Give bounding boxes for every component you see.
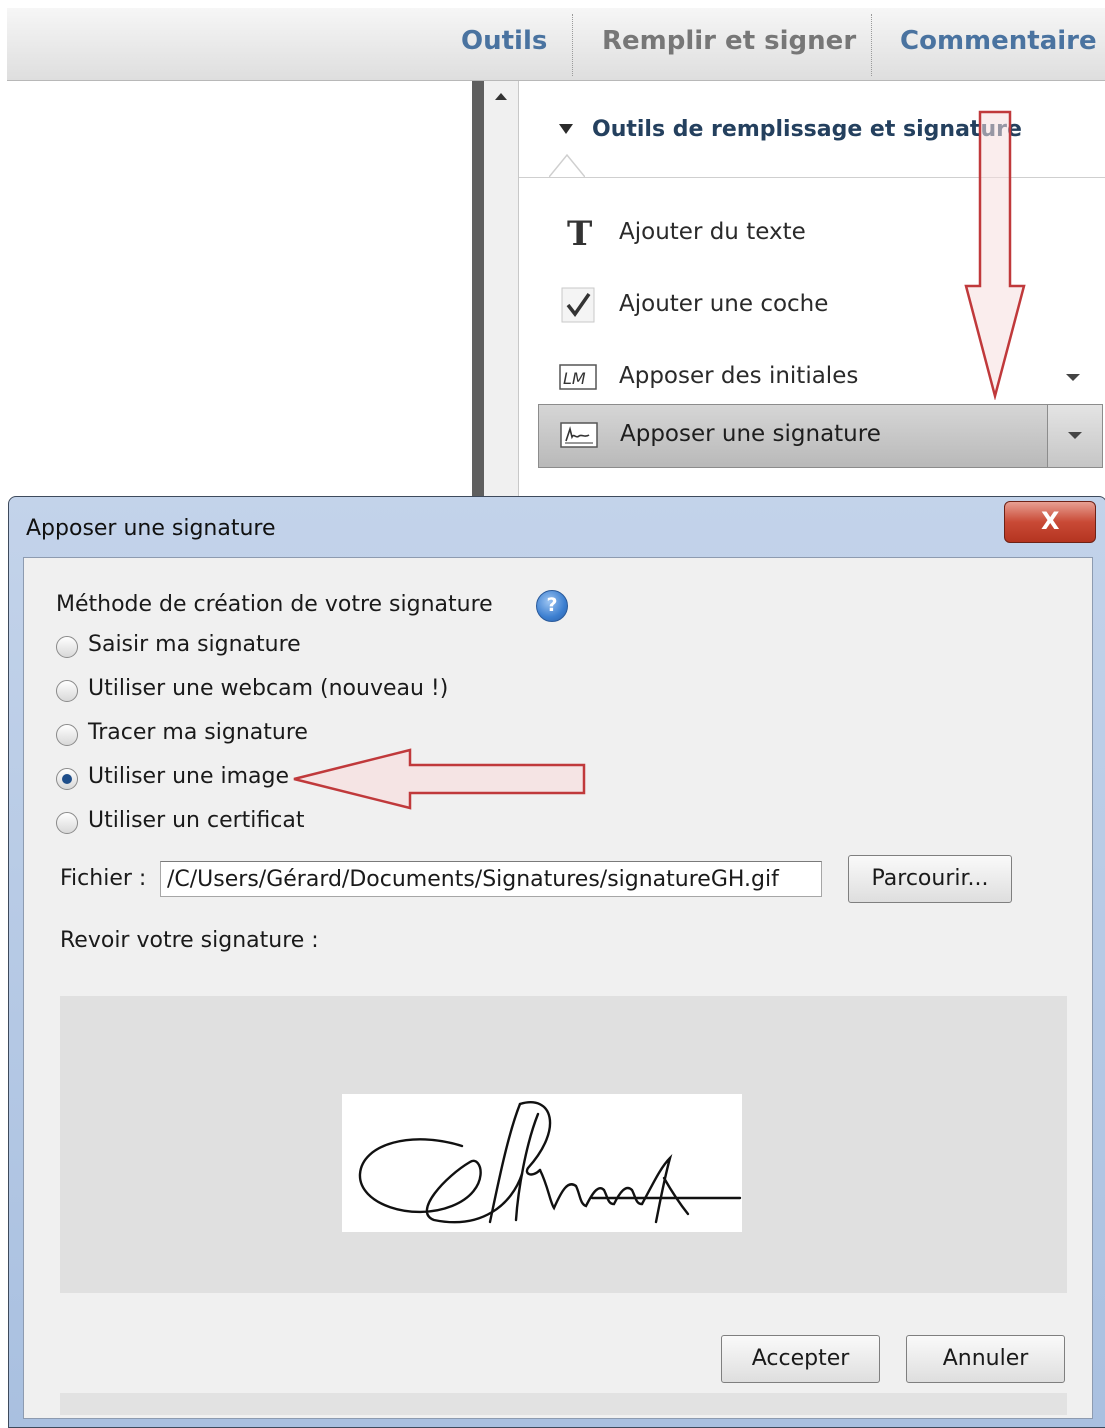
vertical-scrollbar[interactable] [484, 81, 519, 501]
tab-commentaire[interactable]: Commentaire [900, 26, 1097, 56]
chevron-down-icon[interactable] [1066, 374, 1080, 381]
tab-outils[interactable]: Outils [461, 26, 547, 56]
review-label: Revoir votre signature : [60, 928, 319, 953]
text-T-icon: T [567, 215, 592, 251]
dialog-body: Méthode de création de votre signature ?… [23, 557, 1093, 1419]
annotation-arrow-down [964, 110, 1026, 400]
tool-label: Ajouter une coche [619, 291, 829, 317]
annotation-arrow-left [293, 748, 586, 810]
file-path-input[interactable]: /C/Users/Gérard/Documents/Signatures/sig… [160, 861, 822, 897]
dialog-titlebar[interactable]: Apposer une signature X [9, 497, 1105, 557]
help-glyph: ? [546, 594, 558, 616]
document-view [0, 81, 472, 501]
file-label: Fichier : [60, 866, 147, 891]
chevron-down-icon [1068, 432, 1082, 439]
browse-button[interactable]: Parcourir... [848, 855, 1012, 903]
checkmark-icon [561, 287, 595, 323]
radio-button[interactable] [56, 724, 78, 746]
tool-apposer-signature[interactable]: Apposer une signature [538, 404, 1103, 468]
radio-button[interactable] [56, 812, 78, 834]
close-button[interactable]: X [1004, 501, 1096, 543]
signature-dialog: Apposer une signature X Méthode de créat… [8, 496, 1105, 1428]
accept-button[interactable]: Accepter [721, 1335, 880, 1383]
dialog-title: Apposer une signature [26, 516, 276, 541]
tool-label: Ajouter du texte [619, 219, 806, 245]
option-label: Saisir ma signature [88, 632, 301, 657]
signature-pen-icon [560, 422, 598, 448]
signature-dropdown-button[interactable] [1047, 405, 1102, 467]
toolbar-separator [572, 14, 573, 76]
close-icon: X [1041, 507, 1060, 535]
radio-button-selected[interactable] [56, 768, 78, 790]
cancel-button[interactable]: Annuler [906, 1335, 1065, 1383]
tab-remplir-et-signer[interactable]: Remplir et signer [602, 26, 856, 56]
option-label: Tracer ma signature [88, 720, 308, 745]
option-label: Utiliser un certificat [88, 808, 305, 833]
help-icon[interactable]: ? [536, 590, 568, 622]
header-notch [549, 153, 585, 178]
pane-splitter[interactable] [472, 81, 484, 501]
panel-section-title: Outils de remplissage et signature [592, 117, 1022, 142]
option-label: Utiliser une webcam (nouveau !) [88, 676, 449, 701]
top-toolbar: Outils Remplir et signer Commentaire [7, 8, 1105, 81]
initials-icon: LM [559, 364, 597, 390]
method-heading: Méthode de création de votre signature [56, 592, 493, 617]
svg-text:T: T [567, 215, 592, 251]
signature-preview-area [60, 996, 1067, 1293]
signature-image [342, 1094, 742, 1232]
tool-label: Apposer des initiales [619, 363, 859, 389]
signature-drawing [358, 1101, 742, 1224]
tool-label: Apposer une signature [620, 421, 881, 447]
radio-button[interactable] [56, 680, 78, 702]
collapse-triangle-icon[interactable] [559, 124, 573, 134]
toolbar-separator [871, 14, 872, 76]
option-label: Utiliser une image [88, 764, 290, 789]
scroll-up-arrow-icon[interactable] [495, 93, 507, 100]
bottom-strip [60, 1393, 1067, 1415]
radio-button[interactable] [56, 636, 78, 658]
initials-text: LM [563, 369, 586, 388]
